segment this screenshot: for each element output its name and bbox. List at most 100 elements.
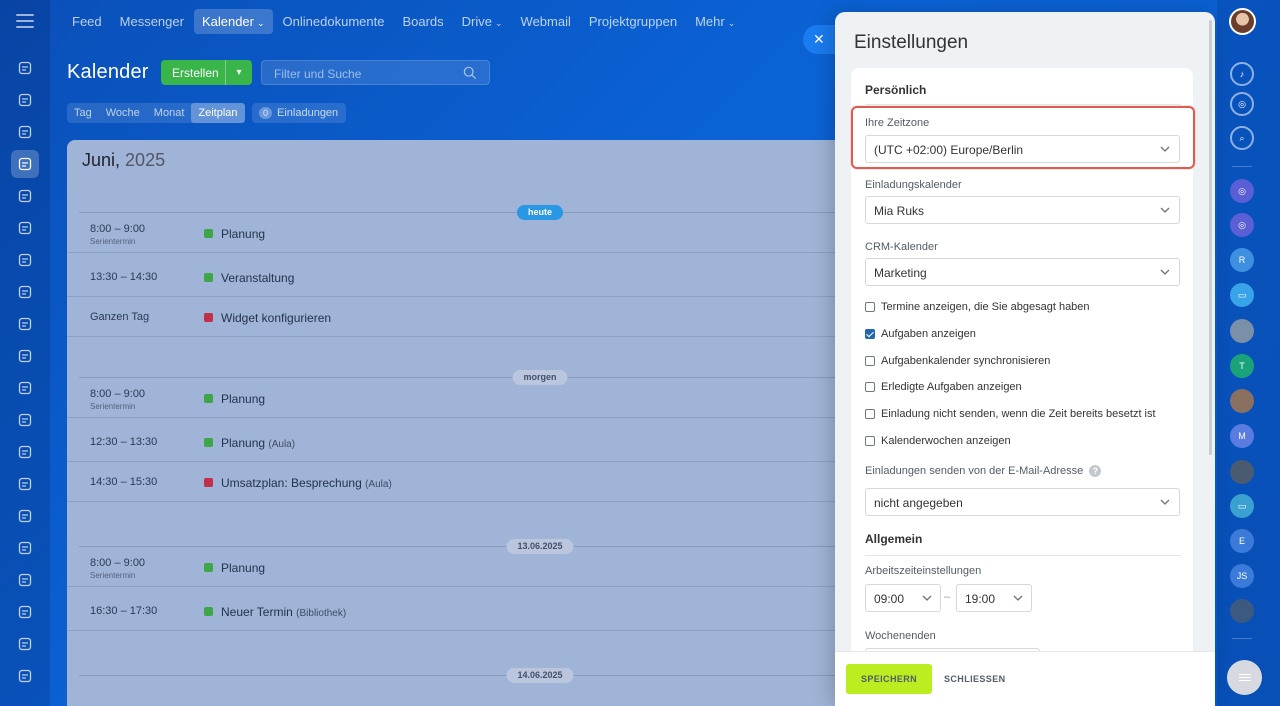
nav-workgroups[interactable]: Projektgruppen — [581, 9, 685, 34]
divider — [1232, 638, 1252, 639]
avatar[interactable] — [1230, 319, 1254, 343]
search-icon[interactable] — [463, 66, 477, 80]
menu-icon[interactable] — [16, 14, 34, 28]
checkbox[interactable] — [865, 356, 875, 366]
crm-calendar-select[interactable]: Marketing — [865, 258, 1180, 286]
event-row[interactable]: 12:30 – 13:30 Planung (Aula) — [67, 422, 847, 462]
chat-avatar[interactable]: ▭ — [1230, 494, 1254, 518]
event-title[interactable]: Planung (Aula) — [221, 436, 295, 450]
event-title[interactable]: Umsatzplan: Besprechung (Aula) — [221, 476, 392, 490]
checkbox[interactable] — [865, 329, 875, 339]
event-row[interactable]: 13:30 – 14:30 Veranstaltung — [67, 257, 847, 297]
cart-icon[interactable] — [11, 470, 39, 498]
chat-icon[interactable] — [11, 118, 39, 146]
timezone-select[interactable]: (UTC +02:00) Europe/Berlin — [865, 135, 1180, 163]
event-title[interactable]: Neuer Termin (Bibliothek) — [221, 605, 346, 619]
event-title[interactable]: Planung — [221, 561, 265, 575]
event-row[interactable]: 16:30 – 17:30 Neuer Termin (Bibliothek) — [67, 591, 847, 631]
menu-icon[interactable] — [1227, 660, 1262, 695]
invite-calendar-select[interactable]: Mia Ruks — [865, 196, 1180, 224]
work-end-select[interactable]: 19:00 — [956, 584, 1032, 612]
copilot-icon[interactable]: ◎ — [1230, 92, 1254, 116]
users-icon[interactable] — [11, 342, 39, 370]
notification-icon[interactable]: ♪ — [1230, 62, 1254, 86]
invitations-label: Einladungen — [277, 107, 339, 119]
mail-icon[interactable] — [11, 310, 39, 338]
avatar[interactable]: M — [1230, 424, 1254, 448]
save-button[interactable]: SPEICHERN — [846, 664, 932, 694]
search-chat-icon[interactable]: ⌕ — [1230, 126, 1254, 150]
checkbox[interactable] — [865, 436, 875, 446]
calendar-icon[interactable] — [11, 150, 39, 178]
bot-icon[interactable] — [11, 534, 39, 562]
nav-webmail[interactable]: Webmail — [513, 9, 579, 34]
nav-online-documents[interactable]: Onlinedokumente — [275, 9, 393, 34]
nav-more-label: Mehr — [695, 13, 725, 29]
checkbox[interactable] — [865, 382, 875, 392]
work-start-select[interactable]: 09:00 — [865, 584, 941, 612]
document-icon[interactable] — [11, 182, 39, 210]
avatar[interactable] — [1230, 389, 1254, 413]
avatar[interactable] — [1230, 599, 1254, 623]
tab-schedule[interactable]: Zeitplan — [191, 103, 245, 123]
search-input[interactable]: Filter und Suche — [261, 60, 490, 85]
copilot-chat-icon[interactable]: ◎ — [1230, 179, 1254, 203]
event-row[interactable]: 8:00 – 9:00 Serientermin Planung — [67, 378, 847, 418]
chevron-down-icon[interactable]: ▾ — [226, 67, 252, 78]
scrollbar[interactable] — [1209, 20, 1212, 455]
invitations-button[interactable]: 0 Einladungen — [252, 103, 347, 123]
event-row[interactable]: Ganzen Tag Widget konfigurieren — [67, 297, 847, 337]
checkbox-row[interactable]: Aufgaben anzeigen — [865, 328, 976, 340]
event-title[interactable]: Widget konfigurieren — [221, 311, 331, 325]
rpa-icon[interactable] — [11, 502, 39, 530]
event-row[interactable]: 14:30 – 15:30 Umsatzplan: Besprechung (Au… — [67, 462, 847, 502]
filter-icon[interactable] — [11, 278, 39, 306]
event-title[interactable]: Planung — [221, 227, 265, 241]
event-title[interactable]: Planung — [221, 392, 265, 406]
nav-drive[interactable]: Drive ⌄ — [454, 9, 511, 34]
checkbox-row[interactable]: Aufgabenkalender synchronisieren — [865, 355, 1050, 367]
user-avatar[interactable] — [1229, 8, 1256, 35]
checkbox-row[interactable]: Erledigte Aufgaben anzeigen — [865, 381, 1022, 393]
task-icon[interactable] — [11, 214, 39, 242]
help-icon[interactable]: ? — [1089, 465, 1102, 477]
event-title[interactable]: Veranstaltung — [221, 271, 294, 285]
chevron-down-icon — [1160, 207, 1170, 213]
avatar[interactable]: T — [1230, 354, 1254, 378]
checkbox-row[interactable]: Kalenderwochen anzeigen — [865, 435, 1011, 447]
checkbox-row[interactable]: Einladung nicht senden, wenn die Zeit be… — [865, 408, 1156, 420]
presentation-icon[interactable] — [11, 406, 39, 434]
signature-icon[interactable] — [11, 598, 39, 626]
email-select[interactable]: nicht angegeben — [865, 488, 1180, 516]
tab-week[interactable]: Woche — [99, 103, 147, 123]
event-row[interactable]: 8:00 – 9:00 Serientermin Planung — [67, 213, 847, 253]
avatar[interactable] — [1230, 460, 1254, 484]
nav-messenger[interactable]: Messenger — [112, 9, 192, 34]
checkbox[interactable] — [865, 409, 875, 419]
avatar[interactable]: JS — [1230, 564, 1254, 588]
avatar[interactable]: E — [1230, 529, 1254, 553]
checkbox-row[interactable]: Termine anzeigen, die Sie abgesagt haben — [865, 301, 1090, 313]
checkbox[interactable] — [865, 302, 875, 312]
copilot-chat-icon[interactable]: ◎ — [1230, 213, 1254, 237]
card-icon[interactable] — [11, 246, 39, 274]
nav-feed[interactable]: Feed — [64, 9, 110, 34]
avatar[interactable]: R — [1230, 248, 1254, 272]
event-row[interactable]: 8:00 – 9:00 Serientermin Planung — [67, 547, 847, 587]
pulse-icon[interactable] — [11, 54, 39, 82]
news-icon[interactable] — [11, 86, 39, 114]
settings-icon[interactable] — [11, 662, 39, 690]
nav-calendar[interactable]: Kalender ⌄ — [193, 8, 273, 34]
nav-more[interactable]: Mehr ⌄ — [687, 9, 743, 34]
tab-month[interactable]: Monat — [147, 103, 192, 123]
tab-day[interactable]: Tag — [67, 103, 99, 123]
chat-avatar[interactable]: ▭ — [1230, 283, 1254, 307]
email-label: Einladungen senden von der E-Mail-Adress… — [865, 465, 1084, 477]
automation-icon[interactable] — [11, 438, 39, 466]
target-icon[interactable] — [11, 374, 39, 402]
close-button[interactable]: SCHLIESSEN — [944, 664, 1006, 694]
nav-boards[interactable]: Boards — [394, 9, 451, 34]
storage-icon[interactable] — [11, 566, 39, 594]
create-button[interactable]: Erstellen ▾ — [161, 60, 252, 85]
analytics-icon[interactable] — [11, 630, 39, 658]
